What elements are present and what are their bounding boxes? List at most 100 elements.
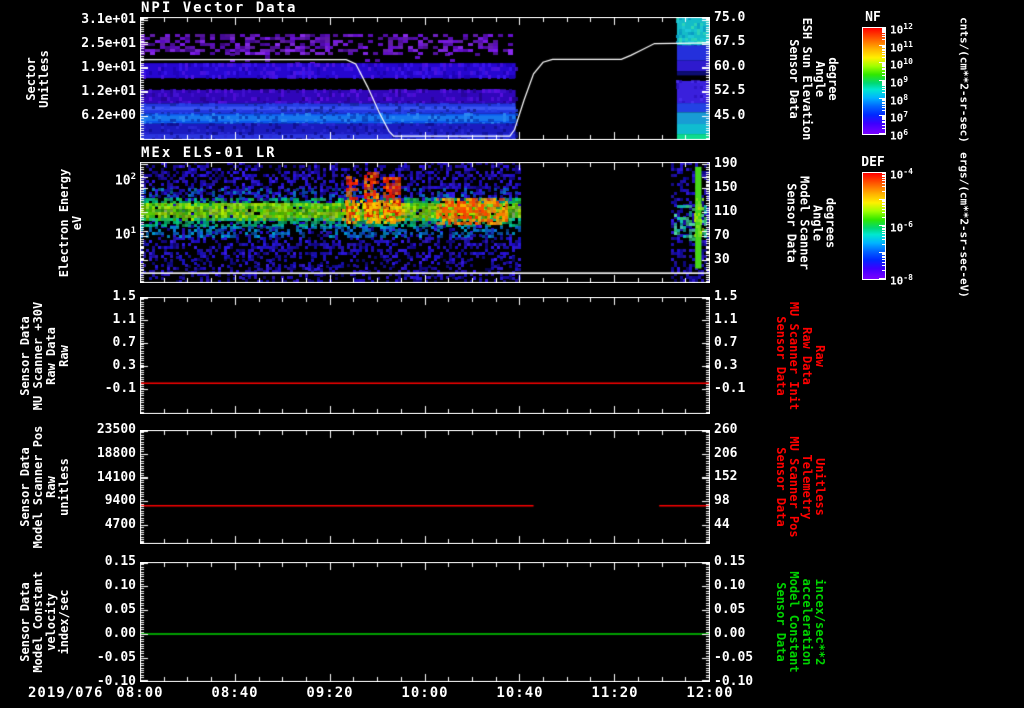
time-tick-label: 10:00: [401, 685, 449, 701]
colorbar-tick-mark: [879, 133, 885, 134]
colorbar-tick-label: 10-4: [890, 167, 913, 182]
left-axis-tick-label: 3.1e+01: [81, 11, 136, 27]
right-axis-tick-label: 75.0: [714, 9, 746, 25]
colorbar-tick-mark: [882, 46, 885, 48]
time-tick-label: 08:00: [116, 685, 164, 701]
colorbar-tick-mark: [882, 270, 885, 272]
colorbar-tick-mark: [882, 127, 885, 129]
colorbar-tick-mark: [882, 206, 885, 208]
right-axis-tick-label: 190: [714, 156, 738, 172]
right-axis-tick-label: -0.1: [714, 380, 746, 396]
colorbar-tick-mark: [882, 226, 885, 228]
colorbar-tick-mark: [882, 36, 885, 38]
axis-title: Sector Unitless: [23, 49, 51, 108]
colorbar-tick-mark: [882, 179, 885, 181]
colorbar-tick-mark: [882, 116, 885, 118]
colorbar-tick-mark: [882, 32, 885, 34]
colorbar-tick-mark: [882, 82, 885, 84]
colorbar-tick-mark: [882, 98, 885, 100]
colorbar-tick-mark: [882, 110, 885, 111]
right-axis-tick-label: 30: [714, 252, 730, 267]
colorbar-tick-mark: [882, 45, 885, 47]
right-axis-tick-label: 98: [714, 493, 730, 509]
colorbar-unit-label: ergs/(cm**2-sr-sec-eV): [957, 152, 971, 298]
right-axis-tick-label: 44: [714, 516, 730, 532]
colorbar-tick-mark: [882, 217, 885, 219]
colorbar-tick-mark: [882, 182, 885, 184]
colorbar-tick-mark: [882, 49, 885, 51]
colorbar-tick-label: 107: [890, 110, 909, 125]
colorbar-tick-mark: [882, 117, 885, 119]
colorbar-tick-mark: [882, 28, 885, 30]
colorbar-tick-mark: [882, 100, 885, 102]
right-axis-tick-label: 60.0: [714, 59, 746, 75]
colorbar-tick-mark: [882, 89, 885, 91]
axis-title: Electron Energy eV: [57, 168, 84, 277]
right-axis-tick-label: 0.3: [714, 358, 738, 374]
colorbar-nf-name: NF: [865, 10, 881, 25]
colorbar-tick-mark: [882, 30, 885, 32]
axis-title: degrees Angle Model Scanner Sensor Data: [783, 175, 837, 270]
time-tick-label: 12:00: [686, 685, 734, 701]
colorbar-tick-mark: [882, 92, 885, 94]
right-axis-tick-label: 0.7: [714, 334, 738, 350]
left-axis-tick-label: 1.2e+01: [81, 84, 136, 100]
right-axis-tick-label: 260: [714, 422, 738, 437]
time-tick-label: 10:40: [496, 685, 544, 701]
colorbar-tick-mark: [882, 230, 885, 232]
right-axis-tick-label: 45.0: [714, 108, 746, 123]
colorbar-tick-mark: [882, 265, 885, 267]
colorbar-unit-label: cnts/(cm**2-sr-sec): [957, 17, 971, 143]
colorbar-tick-label: 1011: [890, 39, 913, 55]
colorbar-tick-mark: [882, 259, 885, 261]
axis-title: Raw Raw Data MU Scanner Init Sensor Data: [774, 301, 827, 410]
left-axis-tick-label: 1.9e+01: [81, 60, 136, 76]
panel-model-scanner-pos-line: [140, 430, 710, 544]
colorbar-tick-mark: [882, 99, 885, 101]
colorbar-tick-mark: [882, 87, 885, 89]
right-axis-tick-label: -0.05: [714, 650, 754, 665]
colorbar-tick-mark: [882, 63, 885, 65]
colorbar-tick-mark: [882, 209, 885, 211]
colorbar-tick-mark: [882, 27, 885, 29]
colorbar-tick-mark: [882, 119, 885, 121]
colorbar-tick-mark: [882, 71, 885, 73]
right-axis-tick-label: 150: [714, 180, 738, 195]
colorbar-tick-mark: [882, 232, 885, 234]
colorbar-tick-mark: [882, 262, 885, 264]
colorbar-tick-mark: [882, 176, 885, 178]
colorbar-tick-mark: [882, 53, 885, 55]
colorbar-tick-mark: [882, 229, 885, 231]
colorbar-tick-mark: [882, 66, 885, 68]
colorbar-tick-mark: [882, 174, 885, 176]
right-axis-tick-label: 0.15: [714, 554, 746, 569]
colorbar-tick-mark: [882, 235, 885, 237]
right-axis-tick-label: 67.5: [714, 33, 746, 49]
colorbar-tick-mark: [882, 47, 885, 49]
colorbar-tick-mark: [882, 254, 885, 256]
panel-mu-scanner-30v-line: [140, 297, 710, 414]
colorbar-tick-mark: [882, 122, 885, 124]
colorbar-tick-label: 106: [890, 128, 909, 143]
right-axis-tick-label: 206: [714, 445, 738, 461]
colorbar-tick-mark: [882, 74, 885, 76]
colorbar-tick-mark: [882, 34, 885, 36]
colorbar-tick-mark: [882, 202, 885, 204]
colorbar-tick-mark: [882, 204, 885, 206]
panel2-title: MEx ELS-01 LR: [141, 145, 277, 161]
right-axis-tick-label: 110: [714, 203, 738, 219]
colorbar-tick-mark: [882, 83, 885, 85]
right-axis-tick-label: 0.05: [714, 602, 746, 617]
axis-title: Sensor Data Model Constant velocity inde…: [18, 571, 71, 673]
axis-title: Sensor Data MU Scanner +30V Raw Data Raw: [18, 301, 71, 410]
colorbar-tick-mark: [882, 238, 885, 240]
time-tick-label: 09:20: [306, 685, 354, 701]
right-axis-tick-label: 0.00: [714, 626, 746, 641]
panel1-title: NPI Vector Data: [141, 0, 298, 16]
time-tick-label: 11:20: [591, 685, 639, 701]
right-axis-tick-label: 1.5: [714, 289, 738, 304]
colorbar-tick-mark: [882, 201, 885, 203]
left-axis-tick-label: 2.5e+01: [81, 36, 136, 52]
axis-title: Sensor Data Model Scanner Pos Raw unitle…: [18, 425, 71, 549]
colorbar-tick-mark: [882, 39, 885, 41]
